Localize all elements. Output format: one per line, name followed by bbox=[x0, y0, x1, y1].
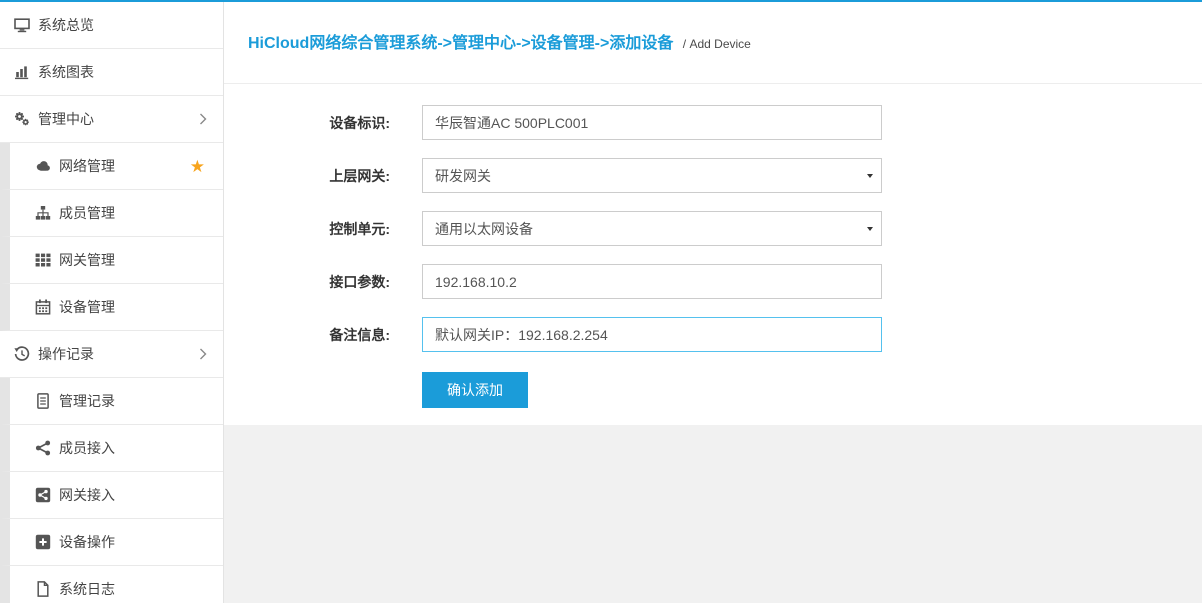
page-header: HiCloud网络综合管理系统->管理中心->设备管理->添加设备 / Add … bbox=[224, 2, 1202, 84]
control-unit-label: 控制单元: bbox=[328, 219, 390, 239]
cloud-icon bbox=[34, 158, 52, 174]
sidebar-item-system-charts[interactable]: 系统图表 bbox=[0, 49, 223, 96]
sitemap-icon bbox=[34, 205, 52, 221]
sidebar-item-label: 系统图表 bbox=[38, 62, 94, 82]
control-unit-select[interactable]: 通用以太网设备 bbox=[422, 211, 882, 246]
interface-params-input[interactable] bbox=[422, 264, 882, 299]
sidebar-item-label: 网关管理 bbox=[59, 250, 115, 270]
breadcrumb-subtitle: / Add Device bbox=[683, 37, 751, 51]
breadcrumb: HiCloud网络综合管理系统->管理中心->设备管理->添加设备 bbox=[248, 35, 673, 52]
form-row-upper-gateway: 上层网关: 研发网关 bbox=[328, 158, 1202, 193]
add-device-form: 设备标识: 上层网关: 研发网关 控制单元: 通用以太网设备 bbox=[224, 84, 1202, 425]
sidebar-item-label: 管理中心 bbox=[38, 109, 94, 129]
form-row-interface-params: 接口参数: bbox=[328, 264, 1202, 299]
sidebar-item-label: 网关接入 bbox=[59, 485, 115, 505]
content-background bbox=[224, 425, 1202, 603]
sidebar-item-member-management[interactable]: 成员管理 bbox=[0, 190, 223, 237]
file-text-icon bbox=[34, 393, 52, 409]
sidebar-item-device-management[interactable]: 设备管理 bbox=[0, 284, 223, 331]
form-row-control-unit: 控制单元: 通用以太网设备 bbox=[328, 211, 1202, 246]
plus-square-icon bbox=[34, 534, 52, 550]
calendar-icon bbox=[34, 299, 52, 315]
sidebar-item-system-overview[interactable]: 系统总览 bbox=[0, 2, 223, 49]
share-icon bbox=[34, 440, 52, 456]
form-row-remark: 备注信息: bbox=[328, 317, 1202, 352]
form-row-device-id: 设备标识: bbox=[328, 105, 1202, 140]
file-icon bbox=[34, 581, 52, 597]
sidebar-item-management-records[interactable]: 管理记录 bbox=[0, 378, 223, 425]
sidebar-item-label: 设备管理 bbox=[59, 297, 115, 317]
chevron-right-icon bbox=[199, 348, 207, 360]
app-window: 系统总览 系统图表 管理中心 网络管理 ★ bbox=[0, 2, 1202, 603]
sidebar-item-label: 成员管理 bbox=[59, 203, 115, 223]
grid-icon bbox=[34, 252, 52, 268]
remark-label: 备注信息: bbox=[328, 325, 390, 345]
remark-input[interactable] bbox=[422, 317, 882, 352]
sidebar: 系统总览 系统图表 管理中心 网络管理 ★ bbox=[0, 2, 224, 603]
sidebar-item-label: 系统日志 bbox=[59, 579, 115, 599]
sidebar-item-system-log[interactable]: 系统日志 bbox=[0, 566, 223, 603]
desktop-icon bbox=[13, 17, 31, 33]
sidebar-item-label: 操作记录 bbox=[38, 344, 94, 364]
sidebar-item-member-access[interactable]: 成员接入 bbox=[0, 425, 223, 472]
star-icon[interactable]: ★ bbox=[190, 158, 205, 175]
sidebar-item-operation-records[interactable]: 操作记录 bbox=[0, 331, 223, 378]
sidebar-item-label: 系统总览 bbox=[38, 15, 94, 35]
share-square-icon bbox=[34, 487, 52, 503]
device-id-input[interactable] bbox=[422, 105, 882, 140]
sidebar-item-label: 网络管理 bbox=[59, 156, 115, 176]
sidebar-item-gateway-access[interactable]: 网关接入 bbox=[0, 472, 223, 519]
sidebar-item-label: 设备操作 bbox=[59, 532, 115, 552]
device-id-label: 设备标识: bbox=[328, 113, 390, 133]
sidebar-item-label: 管理记录 bbox=[59, 391, 115, 411]
sidebar-item-device-operation[interactable]: 设备操作 bbox=[0, 519, 223, 566]
sidebar-item-network-management[interactable]: 网络管理 ★ bbox=[0, 143, 223, 190]
history-icon bbox=[13, 346, 31, 362]
sidebar-item-label: 成员接入 bbox=[59, 438, 115, 458]
chevron-right-icon bbox=[199, 113, 207, 125]
sidebar-item-management-center[interactable]: 管理中心 bbox=[0, 96, 223, 143]
main-content: HiCloud网络综合管理系统->管理中心->设备管理->添加设备 / Add … bbox=[224, 2, 1202, 603]
interface-params-label: 接口参数: bbox=[328, 272, 390, 292]
confirm-add-button[interactable]: 确认添加 bbox=[422, 372, 528, 408]
sidebar-item-gateway-management[interactable]: 网关管理 bbox=[0, 237, 223, 284]
upper-gateway-select[interactable]: 研发网关 bbox=[422, 158, 882, 193]
bar-chart-icon bbox=[13, 64, 31, 80]
gears-icon bbox=[13, 111, 31, 127]
upper-gateway-label: 上层网关: bbox=[328, 166, 390, 186]
